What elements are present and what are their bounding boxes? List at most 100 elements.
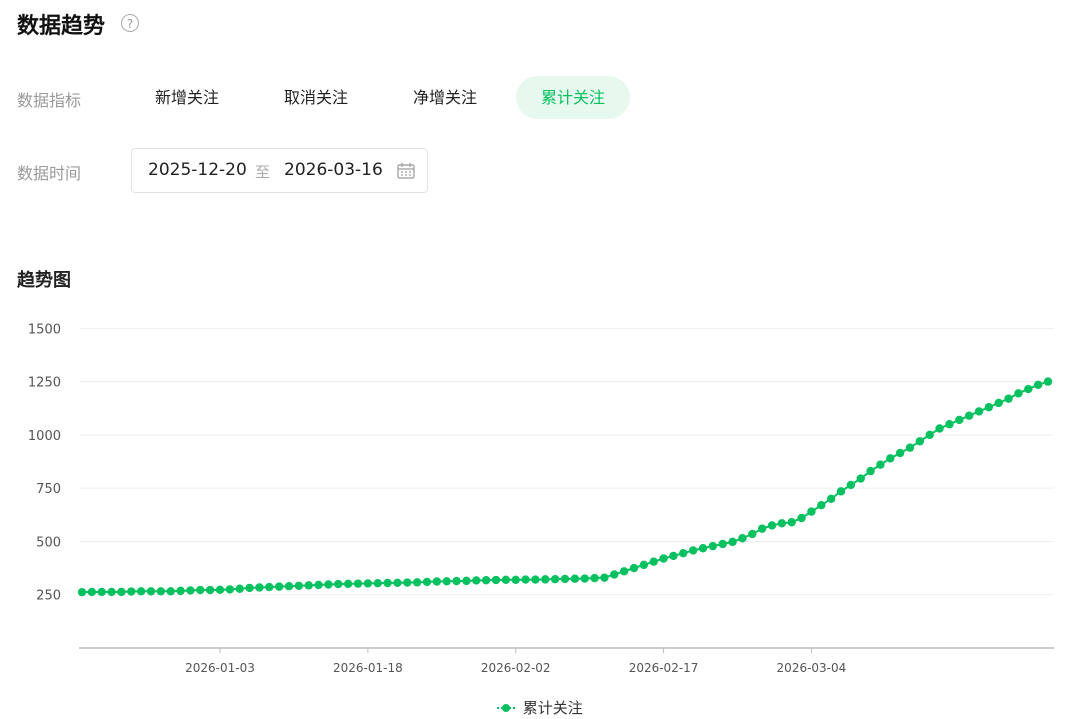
data-point[interactable] [186,586,195,595]
data-point[interactable] [452,576,461,586]
data-point[interactable] [481,576,491,585]
data-point[interactable] [984,402,994,412]
data-point[interactable] [373,579,382,588]
data-point[interactable] [757,524,767,533]
data-point[interactable] [669,551,678,561]
data-point[interactable] [836,487,846,496]
data-point[interactable] [767,521,777,530]
data-point[interactable] [87,587,97,597]
data-point[interactable] [324,580,333,589]
data-point[interactable] [294,581,304,590]
data-point[interactable] [807,507,816,516]
data-point[interactable] [738,534,747,543]
calendar-icon[interactable] [396,161,416,181]
data-point[interactable] [521,575,530,584]
data-point[interactable] [462,576,471,586]
data-point[interactable] [560,574,570,584]
data-point[interactable] [274,582,284,591]
tab-net-follow[interactable]: 净增关注 [388,76,502,119]
data-point[interactable] [718,539,727,549]
data-point[interactable] [915,437,925,446]
data-point[interactable] [245,583,254,593]
data-point[interactable] [491,575,501,585]
data-point[interactable] [196,585,205,595]
data-point[interactable] [994,398,1003,408]
data-point[interactable] [255,583,264,592]
data-point[interactable] [353,579,363,588]
data-point[interactable] [511,575,520,585]
data-point[interactable] [156,587,166,596]
data-point[interactable] [610,570,619,579]
data-point[interactable] [590,573,599,583]
data-point[interactable] [422,577,432,587]
data-point[interactable] [649,557,658,566]
data-point[interactable] [550,574,560,584]
question-circle-icon[interactable]: ? [121,14,139,32]
data-point[interactable] [817,501,826,510]
data-point[interactable] [235,584,244,593]
data-point[interactable] [866,466,875,476]
data-point[interactable] [146,587,156,596]
data-point[interactable] [127,587,136,596]
data-point[interactable] [1043,377,1053,386]
data-point[interactable] [708,541,718,551]
data-point[interactable] [600,573,609,582]
data-point[interactable] [955,415,964,425]
data-point[interactable] [728,537,737,547]
data-point[interactable] [205,585,215,595]
data-point[interactable] [787,518,796,527]
data-point[interactable] [777,519,787,528]
data-point[interactable] [166,587,175,596]
tab-new-follow[interactable]: 新增关注 [130,76,244,119]
data-point[interactable] [403,578,412,587]
data-point[interactable] [826,494,836,504]
data-point[interactable] [117,587,126,597]
data-point[interactable] [304,581,313,590]
data-point[interactable] [136,587,146,596]
data-point[interactable] [797,513,806,523]
date-range-picker[interactable]: 2025-12-20 至 2026-03-16 [131,148,428,193]
data-point[interactable] [343,579,353,589]
chart-legend[interactable]: 累计关注 [497,697,583,717]
data-point[interactable] [383,578,392,588]
data-point[interactable] [393,578,402,587]
data-point[interactable] [215,585,225,595]
data-point[interactable] [659,554,668,563]
data-point[interactable] [698,544,708,553]
data-point[interactable] [886,454,895,463]
end-date-input[interactable]: 2026-03-16 [284,160,383,180]
tab-unfollow[interactable]: 取消关注 [259,76,373,119]
data-point[interactable] [679,548,688,558]
data-point[interactable] [895,448,905,458]
start-date-input[interactable]: 2025-12-20 [148,160,247,180]
data-point[interactable] [442,577,451,586]
tab-total-follow[interactable]: 累计关注 [516,76,631,119]
data-point[interactable] [619,567,629,576]
data-point[interactable] [176,586,185,596]
data-point[interactable] [974,407,984,416]
data-point[interactable] [748,529,757,539]
data-point[interactable] [472,576,481,585]
data-point[interactable] [334,579,343,589]
data-point[interactable] [265,582,274,592]
data-point[interactable] [935,424,944,433]
data-point[interactable] [688,546,698,555]
data-point[interactable] [964,411,974,420]
data-point[interactable] [1014,389,1023,398]
data-point[interactable] [531,575,540,584]
data-point[interactable] [876,460,885,469]
data-point[interactable] [363,579,373,588]
data-point[interactable] [905,443,915,452]
data-point[interactable] [77,587,87,597]
data-point[interactable] [856,474,865,483]
data-point[interactable] [1033,380,1043,389]
data-point[interactable] [284,581,294,591]
data-point[interactable] [580,574,589,583]
data-point[interactable] [501,575,511,585]
data-point[interactable] [639,560,649,570]
data-point[interactable] [432,577,442,586]
data-point[interactable] [107,587,116,597]
data-point[interactable] [225,585,235,594]
data-point[interactable] [1024,384,1033,394]
data-point[interactable] [412,578,422,587]
